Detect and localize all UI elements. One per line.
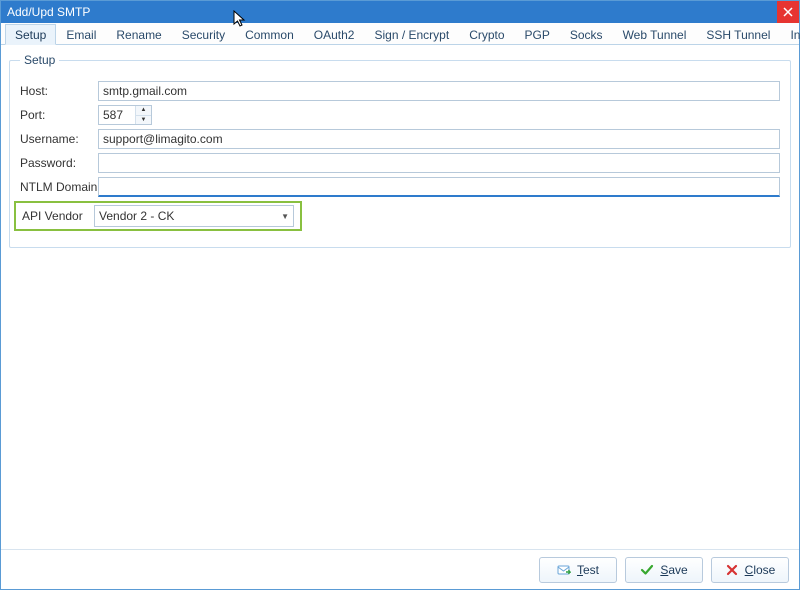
tab-sign-encrypt[interactable]: Sign / Encrypt bbox=[364, 24, 459, 44]
setup-group: Setup Host: Port: ▲ ▼ Username: bbox=[9, 53, 791, 248]
titlebar: Add/Upd SMTP bbox=[1, 1, 799, 23]
host-label: Host: bbox=[20, 84, 98, 98]
row-password: Password: bbox=[20, 153, 780, 173]
window: Add/Upd SMTP Setup Email Rename Security… bbox=[0, 0, 800, 590]
tab-web-tunnel[interactable]: Web Tunnel bbox=[613, 24, 697, 44]
tab-ssh-tunnel[interactable]: SSH Tunnel bbox=[696, 24, 780, 44]
test-button[interactable]: Test bbox=[539, 557, 617, 583]
port-spinner[interactable]: ▲ ▼ bbox=[98, 105, 152, 125]
api-vendor-highlight: API Vendor Vendor 2 - CK ▼ bbox=[14, 201, 302, 231]
tab-oauth2[interactable]: OAuth2 bbox=[304, 24, 365, 44]
footer: Test Save Close bbox=[1, 549, 799, 589]
mail-send-icon bbox=[557, 563, 571, 577]
tab-email[interactable]: Email bbox=[56, 24, 106, 44]
check-icon bbox=[640, 563, 654, 577]
row-username: Username: bbox=[20, 129, 780, 149]
row-ntlm-domain: NTLM Domain bbox=[20, 177, 780, 197]
username-label: Username: bbox=[20, 132, 98, 146]
tab-info[interactable]: Info bbox=[780, 24, 800, 44]
tab-socks[interactable]: Socks bbox=[560, 24, 613, 44]
tab-security[interactable]: Security bbox=[172, 24, 235, 44]
tab-setup[interactable]: Setup bbox=[5, 24, 56, 45]
cancel-icon bbox=[725, 563, 739, 577]
port-input[interactable] bbox=[99, 106, 135, 124]
window-title: Add/Upd SMTP bbox=[7, 5, 90, 19]
row-host: Host: bbox=[20, 81, 780, 101]
close-window-button[interactable] bbox=[777, 1, 799, 23]
row-api-vendor: API Vendor Vendor 2 - CK ▼ bbox=[20, 201, 780, 231]
api-vendor-label: API Vendor bbox=[16, 209, 94, 223]
api-vendor-dropdown[interactable]: Vendor 2 - CK ▼ bbox=[94, 205, 294, 227]
save-button[interactable]: Save bbox=[625, 557, 703, 583]
save-button-label: Save bbox=[660, 563, 687, 577]
close-button-label: Close bbox=[745, 563, 776, 577]
port-spin-down[interactable]: ▼ bbox=[136, 116, 151, 125]
row-port: Port: ▲ ▼ bbox=[20, 105, 780, 125]
tab-crypto[interactable]: Crypto bbox=[459, 24, 514, 44]
close-button[interactable]: Close bbox=[711, 557, 789, 583]
tab-common[interactable]: Common bbox=[235, 24, 304, 44]
password-input[interactable] bbox=[98, 153, 780, 173]
setup-group-legend: Setup bbox=[20, 53, 59, 67]
username-input[interactable] bbox=[98, 129, 780, 149]
port-spin-up[interactable]: ▲ bbox=[136, 106, 151, 116]
chevron-down-icon: ▼ bbox=[281, 212, 289, 221]
ntlm-domain-input[interactable] bbox=[98, 177, 780, 197]
ntlm-domain-label: NTLM Domain bbox=[20, 180, 98, 194]
close-icon bbox=[783, 7, 793, 17]
password-label: Password: bbox=[20, 156, 98, 170]
tab-strip: Setup Email Rename Security Common OAuth… bbox=[1, 23, 799, 45]
host-input[interactable] bbox=[98, 81, 780, 101]
tab-rename[interactable]: Rename bbox=[106, 24, 171, 44]
content-area: Setup Host: Port: ▲ ▼ Username: bbox=[1, 45, 799, 549]
test-button-label: Test bbox=[577, 563, 599, 577]
api-vendor-value: Vendor 2 - CK bbox=[99, 209, 281, 223]
tab-pgp[interactable]: PGP bbox=[515, 24, 560, 44]
port-spin-buttons: ▲ ▼ bbox=[135, 106, 151, 124]
port-label: Port: bbox=[20, 108, 98, 122]
